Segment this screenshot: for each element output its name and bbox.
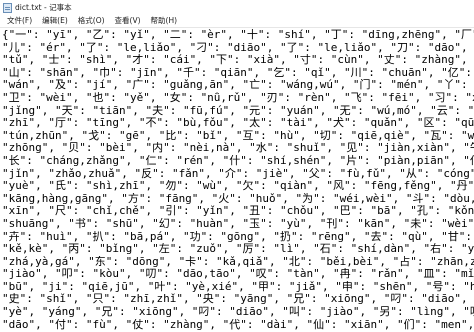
text-editor-area[interactable]: {"一": "yī", "乙": "yǐ", "二": "èr", "十": "… [0,29,474,332]
text-line: "yuè", "氏": "shì,zhī", "勿": "wù", "欠": "… [2,180,474,193]
text-line: "xīn", "尺": "chǐ,chě", "引": "yǐn", "丑": … [2,205,474,218]
text-line: "shuāng", "书": "shū", "幻": "huàn", "玉": … [2,217,474,230]
text-line: "卫": "wèi", "也": "yě", "女": "nǚ,rǔ", "刃"… [2,91,474,104]
text-line: "卉": "huì", "扒": "bā,pá", "功": "gōng", "… [2,230,472,243]
text-line: "wán", "及": "jí", "广": "guǎng,ān", "亡": … [2,79,468,92]
menu-bar: 文件(F) 编辑(E) 格式(O) 查看(V) 帮助(H) [0,15,474,28]
text-line: "jǐn", "zhǎo,zhuǎ", "反": "fǎn", "介": "ji… [2,167,474,180]
menu-format[interactable]: 格式(O) [73,15,110,27]
menu-edit[interactable]: 编辑(E) [37,15,73,27]
text-line: "yè", "yáng", "兄": "xiōng", "叼": "diāo",… [2,306,474,319]
text-line: "tǔ", "士": "shì", "才": "cái", "下": "xià"… [2,54,468,67]
text-line: "dāo", "付": "fù", "仗": "zhàng", "代": "dà… [2,318,474,331]
text-line: "长": "cháng,zhǎng", "仁": "rén", "什": "sh… [2,154,474,167]
text-line: "kě,kè", "丙": "bǐng", "左": "zuǒ", "厉": "… [2,243,474,256]
text-line: "jǐng", "天": "tiān", "夫": "fū,fú", "元": … [2,104,474,117]
text-line: "史": "shǐ", "只": "zhī,zhǐ", "央": "yāng",… [2,293,468,306]
notepad-icon [3,2,12,13]
text-line: "山": "shān", "巾": "jīn", "千": "qiān", "乞… [2,66,472,79]
text-line: "zhōng", "贝": "bèi", "内": "nèi,nà", "水":… [2,142,474,155]
text-line: "儿": "ér", "了": "le,liǎo", "刁": "diāo", … [2,41,468,54]
text-line: "jiào", "叩": "kòu", "叨": "dāo,tāo", "叹":… [2,268,474,281]
text-line: "zhá,yà,gá", "东": "dōng", "卡": "kǎ,qiǎ",… [2,255,474,268]
menu-view[interactable]: 查看(V) [110,15,146,27]
menu-help[interactable]: 帮助(H) [146,15,183,27]
text-line: {"一": "yī", "乙": "yǐ", "二": "èr", "十": "… [2,29,474,41]
menu-file[interactable]: 文件(F) [2,15,37,27]
title-bar: dict.txt - 记事本 [0,0,474,15]
window-title: dict.txt - 记事本 [15,3,72,12]
text-line: "bū", "ji": "qiē,jū", "叶": "yè,xié", "甲"… [2,280,474,293]
text-line: "tún,zhūn", "戈": "gē", "比": "bǐ", "互": "… [2,129,474,142]
text-line: "kāng,hàng,gāng", "方": "fāng", "火": "huǒ… [2,192,474,205]
text-line: "zhī", "厅": "tīng", "不": "bù,fǒu", "太": … [2,117,474,130]
